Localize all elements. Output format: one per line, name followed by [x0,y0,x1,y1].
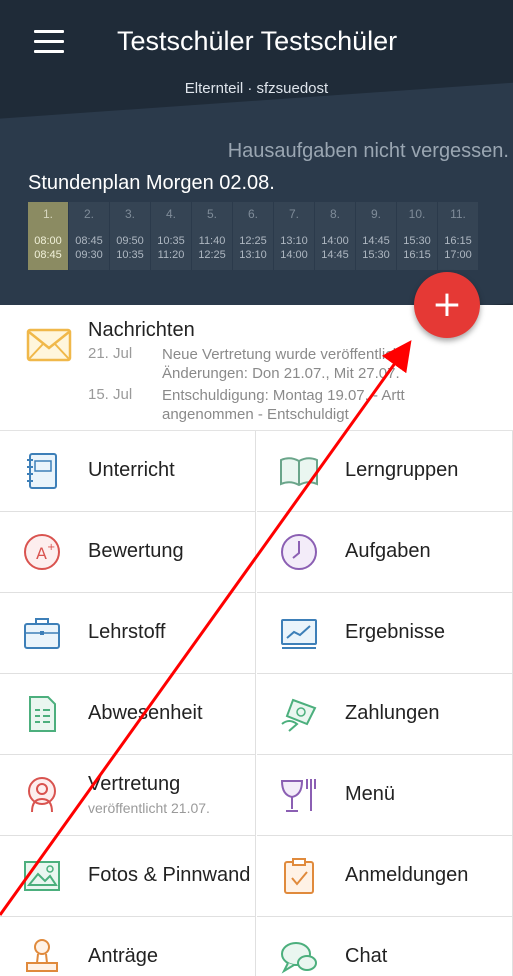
tile-label: Anträge [88,945,159,967]
tile-vertretung[interactable]: Vertretung veröffentlicht 21.07. [0,755,256,836]
tile-label: Aufgaben [345,540,431,562]
period-cell[interactable]: 8. 14:00 14:45 [315,202,355,270]
add-fab-button[interactable]: + [414,272,480,338]
tile-abwesenheit[interactable]: Abwesenheit [0,674,256,755]
period-cell[interactable]: 1. 08:00 08:45 [28,202,68,270]
timetable-periods[interactable]: 1. 08:00 08:45 2. 08:45 09:30 3. 09:50 10:35 4… [28,202,479,270]
message-line: Entschuldigung: Montag 19.07. - Artt [162,387,405,404]
messages-title: Nachrichten [88,319,195,341]
tile-lerngruppen[interactable]: Lerngruppen [257,431,513,512]
tile-label: Anmeldungen [345,864,469,886]
substitute-person-icon [28,777,56,813]
tile-label: Lerngruppen [345,459,459,481]
tile-sublabel: veröffentlicht 21.07. [88,800,210,816]
open-book-icon [280,457,318,487]
period-cell[interactable]: 10. 15:30 16:15 [397,202,437,270]
message-line: Neue Vertretung wurde veröffentlicht [162,346,406,363]
message-date: 15. Jul [88,386,133,403]
tile-label: Vertretung [88,773,181,795]
tile-zahlungen[interactable]: Zahlungen [257,674,513,755]
tile-label: Bewertung [88,540,184,562]
clock-icon [281,534,317,570]
period-cell[interactable]: 6. 12:25 13:10 [233,202,273,270]
tile-label: Ergebnisse [345,621,446,643]
period-cell[interactable]: 2. 08:45 09:30 [69,202,109,270]
period-cell[interactable]: 4. 10:35 11:20 [151,202,191,270]
svg-text:+: + [47,542,55,553]
photo-icon [24,861,60,891]
header: Testschüler Testschüler Elternteil · sfz… [0,0,513,305]
envelope-icon [26,328,72,362]
message-date: 21. Jul [88,345,133,362]
glass-cutlery-icon [280,779,316,812]
clipboard-check-icon [284,858,314,894]
tile-label: Unterricht [88,459,175,481]
svg-text:A: A [36,544,47,563]
timetable-title[interactable]: Stundenplan Morgen 02.08. [28,172,275,195]
period-cell[interactable]: 3. 09:50 10:35 [110,202,150,270]
tile-label: Fotos & Pinnwand [88,864,251,886]
chart-monitor-icon [281,619,317,649]
period-cell[interactable]: 5. 11:40 12:25 [192,202,232,270]
grade-a-plus-icon: A + [24,534,60,570]
plus-icon: + [431,284,463,325]
message-line: Änderungen: Don 21.07., Mit 27.07. [162,365,400,382]
hamburger-menu-icon[interactable] [34,30,64,54]
tile-aufgaben[interactable]: Aufgaben [257,512,513,593]
period-cell[interactable]: 7. 13:10 14:00 [274,202,314,270]
motto-text: Hausaufgaben nicht vergessen. [227,140,509,162]
tile-ergebnisse[interactable]: Ergebnisse [257,593,513,674]
tile-anmeldungen[interactable]: Anmeldungen [257,836,513,917]
tile-bewertung[interactable]: A + Bewertung [0,512,256,593]
tile-unterricht[interactable]: Unterricht [0,431,256,512]
notebook-icon [27,453,57,489]
tile-fotos[interactable]: Fotos & Pinnwand [0,836,256,917]
period-cell[interactable]: 11. 16:15 17:00 [438,202,478,270]
stamp-icon [26,939,58,972]
student-name-title: Testschüler Testschüler [117,26,398,56]
tile-chat[interactable]: Chat [257,917,513,976]
tile-antraege[interactable]: Anträge [0,917,256,976]
role-school-subtitle: Elternteil · sfzsuedost [184,80,329,97]
checklist-document-icon [29,696,56,732]
chat-bubbles-icon [281,942,317,974]
tile-label: Zahlungen [345,702,440,724]
period-cell[interactable]: 9. 14:45 15:30 [356,202,396,270]
tile-label: Abwesenheit [88,702,203,724]
tile-label: Chat [345,945,388,967]
message-line: angenommen - Entschuldigt [162,406,349,423]
money-hand-icon [281,698,317,732]
tile-menu[interactable]: Menü [257,755,513,836]
tile-label: Lehrstoff [88,621,166,643]
briefcase-icon [24,618,60,649]
tile-label: Menü [345,783,396,805]
tile-lehrstoff[interactable]: Lehrstoff [0,593,256,674]
